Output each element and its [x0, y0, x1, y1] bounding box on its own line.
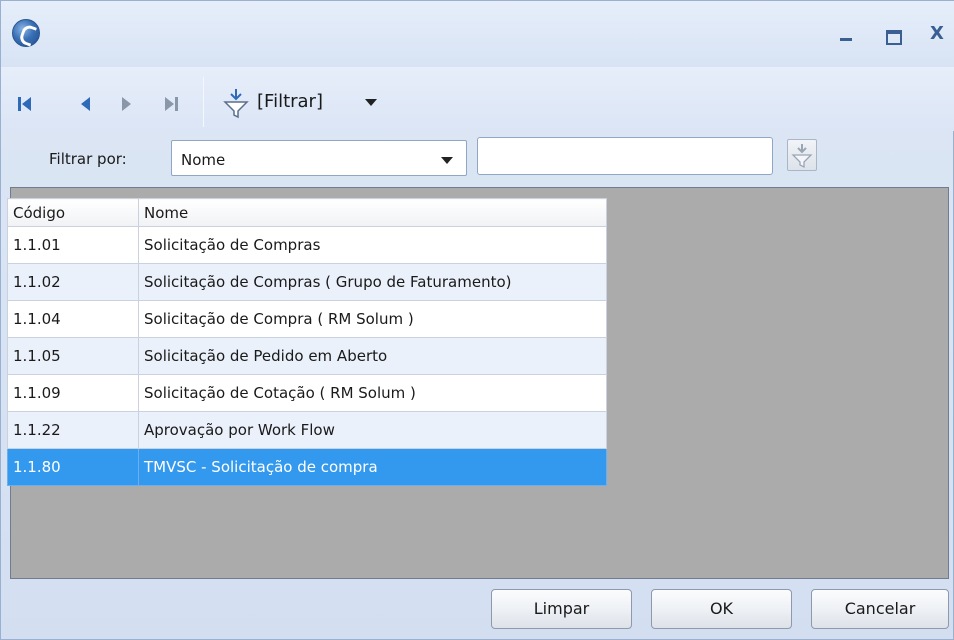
filter-field-value: Nome — [181, 151, 226, 169]
table-row[interactable]: 1.1.02 Solicitação de Compras ( Grupo de… — [7, 263, 607, 301]
cancel-button[interactable]: Cancelar — [811, 589, 949, 629]
first-record-icon[interactable] — [18, 95, 38, 115]
table-row[interactable]: 1.1.22 Aprovação por Work Flow — [7, 411, 607, 449]
chevron-down-icon[interactable] — [365, 99, 377, 106]
chevron-down-icon — [441, 157, 453, 164]
maximize-button[interactable] — [879, 23, 905, 45]
filter-search-input[interactable] — [477, 137, 773, 175]
cell-code: 1.1.05 — [7, 337, 139, 375]
filter-icon[interactable] — [223, 87, 249, 119]
cell-code: 1.1.04 — [7, 300, 139, 338]
previous-record-icon[interactable] — [77, 95, 97, 115]
cell-name: Solicitação de Compras ( Grupo de Fatura… — [138, 263, 607, 301]
filter-field-select[interactable]: Nome — [171, 140, 467, 176]
filter-by-label: Filtrar por: — [49, 150, 127, 168]
navigation-toolbar — [1, 67, 954, 131]
title-bar: X — [1, 1, 954, 67]
cell-name: Aprovação por Work Flow — [138, 411, 607, 449]
app-logo-icon — [12, 19, 40, 47]
close-button[interactable]: X — [924, 23, 950, 45]
last-record-icon[interactable] — [164, 95, 184, 115]
next-record-icon[interactable] — [119, 95, 139, 115]
cell-name: Solicitação de Compras — [138, 226, 607, 264]
table-row[interactable]: 1.1.04 Solicitação de Compra ( RM Solum … — [7, 300, 607, 338]
cell-name: Solicitação de Pedido em Aberto — [138, 337, 607, 375]
column-header-code[interactable]: Código — [7, 198, 139, 227]
toolbar-separator — [203, 77, 204, 127]
cell-code: 1.1.01 — [7, 226, 139, 264]
cell-name: Solicitação de Compra ( RM Solum ) — [138, 300, 607, 338]
table-row[interactable]: 1.1.09 Solicitação de Cotação ( RM Solum… — [7, 374, 607, 412]
results-grid: Código Nome 1.1.01 Solicitação de Compra… — [7, 198, 607, 486]
cell-code: 1.1.80 — [7, 448, 139, 486]
cell-name: TMVSC - Solicitação de compra — [138, 448, 607, 486]
clear-button[interactable]: Limpar — [491, 589, 632, 629]
table-row[interactable]: 1.1.01 Solicitação de Compras — [7, 226, 607, 264]
cell-code: 1.1.22 — [7, 411, 139, 449]
minimize-button[interactable] — [833, 23, 859, 45]
table-row-selected[interactable]: 1.1.80 TMVSC - Solicitação de compra — [7, 448, 607, 486]
cell-code: 1.1.09 — [7, 374, 139, 412]
ok-button[interactable]: OK — [651, 589, 792, 629]
filter-icon — [791, 144, 813, 169]
table-row[interactable]: 1.1.05 Solicitação de Pedido em Aberto — [7, 337, 607, 375]
filter-menu-button[interactable]: [Filtrar] — [257, 91, 323, 112]
column-header-name[interactable]: Nome — [138, 198, 607, 227]
lookup-dialog: X [Filtrar] Filtrar por: Nome Código Nom… — [0, 0, 954, 640]
apply-filter-button[interactable] — [787, 139, 817, 171]
cell-code: 1.1.02 — [7, 263, 139, 301]
cell-name: Solicitação de Cotação ( RM Solum ) — [138, 374, 607, 412]
